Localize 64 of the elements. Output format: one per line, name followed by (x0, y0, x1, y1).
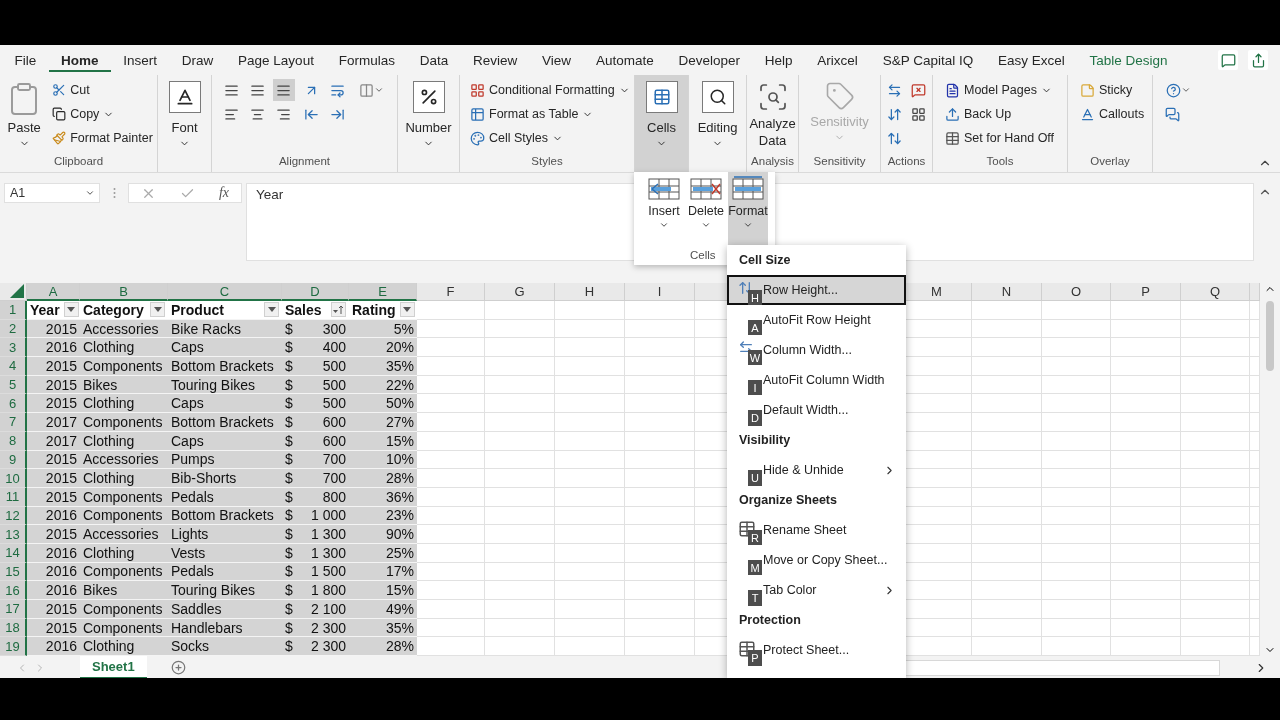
currency-symbol: $ (285, 320, 293, 337)
currency-symbol: $ (285, 488, 293, 505)
currency-symbol: $ (285, 339, 293, 356)
currency-symbol: $ (285, 638, 293, 655)
key-tip: H (748, 290, 762, 306)
currency-symbol: $ (285, 413, 293, 430)
group-label: Clipboard (53, 154, 104, 169)
amount: 700 (322, 470, 346, 487)
group-label: Sensitivity (813, 154, 866, 169)
header-label: Year (30, 301, 60, 318)
amount: 600 (322, 432, 346, 449)
currency-symbol: $ (285, 600, 293, 617)
key-tip: R (748, 530, 762, 546)
amount: 1 500 (310, 563, 346, 580)
group-label: Tools (986, 154, 1014, 169)
amount: 500 (322, 376, 346, 393)
menu-section-title: Protection (738, 612, 802, 629)
currency-symbol: $ (285, 470, 293, 487)
amount: 1 300 (310, 526, 346, 543)
amount: 1 000 (310, 507, 346, 524)
currency-symbol: $ (285, 619, 293, 636)
key-tip: T (748, 590, 762, 606)
amount: 700 (322, 451, 346, 468)
amount: 300 (322, 320, 346, 337)
key-tip: W (748, 350, 762, 366)
amount: 2 300 (310, 638, 346, 655)
amount: 800 (322, 488, 346, 505)
key-tip: M (748, 560, 762, 576)
currency-symbol: $ (285, 432, 293, 449)
menu-section-title: Organize Sheets (738, 492, 838, 509)
amount: 400 (322, 339, 346, 356)
currency-symbol: $ (285, 376, 293, 393)
amount: 600 (322, 413, 346, 430)
amount: 2 100 (310, 600, 346, 617)
group-label: Actions (887, 154, 926, 169)
currency-symbol: $ (285, 395, 293, 412)
currency-symbol: $ (285, 526, 293, 543)
currency-symbol: $ (285, 563, 293, 580)
group-label: Alignment (278, 154, 331, 169)
group-label: Cells (690, 248, 716, 263)
header-label: Sales (285, 301, 322, 318)
key-tip: D (748, 410, 762, 426)
key-tip: U (748, 470, 762, 486)
currency-symbol: $ (285, 451, 293, 468)
currency-symbol: $ (285, 544, 293, 561)
currency-symbol: $ (285, 357, 293, 374)
menu-section-title: Cell Size (738, 252, 792, 269)
amount: 2 300 (310, 619, 346, 636)
amount: 500 (322, 357, 346, 374)
key-tip: I (748, 380, 762, 396)
amount: 500 (322, 395, 346, 412)
group-label: Styles (531, 154, 563, 169)
amount: 1 800 (310, 582, 346, 599)
key-tip: P (748, 650, 762, 666)
group-label: Overlay (1090, 154, 1130, 169)
key-tip: A (748, 320, 762, 336)
header-label: Rating (352, 301, 396, 318)
group-label: Analysis (751, 154, 794, 169)
amount: 1 300 (310, 544, 346, 561)
menu-section-title: Visibility (738, 432, 792, 449)
header-label: Category (83, 301, 144, 318)
currency-symbol: $ (285, 507, 293, 524)
header-label: Product (171, 301, 224, 318)
currency-symbol: $ (285, 582, 293, 599)
